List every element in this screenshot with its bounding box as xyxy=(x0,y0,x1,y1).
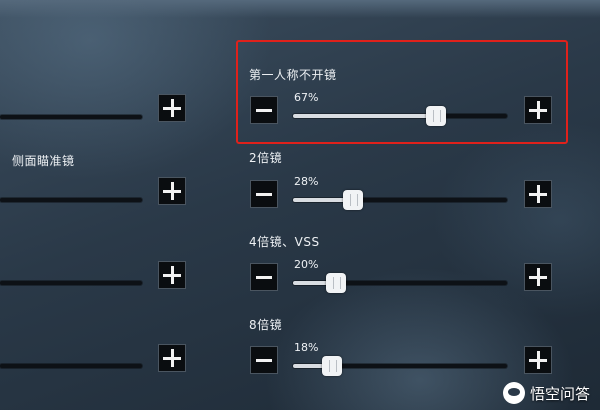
plus-icon xyxy=(163,349,181,367)
highlight-box xyxy=(236,40,568,144)
minus-icon xyxy=(256,358,272,362)
plus-icon xyxy=(163,266,181,284)
scope-4x-vss-label: 4倍镜、VSS xyxy=(249,235,320,249)
watermark-text: 悟空问答 xyxy=(529,384,590,403)
minus-icon xyxy=(256,192,272,196)
scope-2x-slider[interactable] xyxy=(293,198,507,202)
left-plus-button-2[interactable] xyxy=(158,177,186,205)
scope-8x-slider-thumb[interactable] xyxy=(321,356,342,376)
scope-2x-plus-button[interactable] xyxy=(524,180,552,208)
scope-8x-minus-button[interactable] xyxy=(250,346,278,374)
left-slider-track-2[interactable] xyxy=(0,198,142,202)
side-scope-label: 侧面瞄准镜 xyxy=(12,154,75,168)
plus-icon xyxy=(163,99,181,117)
wukong-logo-icon xyxy=(502,382,525,404)
left-plus-button-4[interactable] xyxy=(158,344,186,372)
plus-icon xyxy=(163,182,181,200)
scope-4x-slider-thumb[interactable] xyxy=(325,273,346,293)
left-slider-track-3[interactable] xyxy=(0,281,142,285)
scope-2x-slider-thumb[interactable] xyxy=(342,190,363,210)
scope-2x-percent: 28% xyxy=(294,175,319,188)
top-bar xyxy=(0,0,600,18)
left-slider-track-4[interactable] xyxy=(0,364,142,368)
plus-icon xyxy=(529,268,547,286)
scope-8x-percent: 18% xyxy=(294,341,319,354)
left-plus-button-3[interactable] xyxy=(158,261,186,289)
scope-8x-plus-button[interactable] xyxy=(524,346,552,374)
scope-2x-label: 2倍镜 xyxy=(249,151,283,165)
left-slider-track-1[interactable] xyxy=(0,115,142,119)
scope-4x-minus-button[interactable] xyxy=(250,263,278,291)
scope-2x-minus-button[interactable] xyxy=(250,180,278,208)
minus-icon xyxy=(256,275,272,279)
scope-4x-plus-button[interactable] xyxy=(524,263,552,291)
scope-4x-percent: 20% xyxy=(294,258,319,271)
plus-icon xyxy=(529,185,547,203)
plus-icon xyxy=(529,351,547,369)
watermark: 悟空问答 xyxy=(502,382,590,404)
scope-8x-label: 8倍镜 xyxy=(249,318,283,332)
left-plus-button-1[interactable] xyxy=(158,94,186,122)
